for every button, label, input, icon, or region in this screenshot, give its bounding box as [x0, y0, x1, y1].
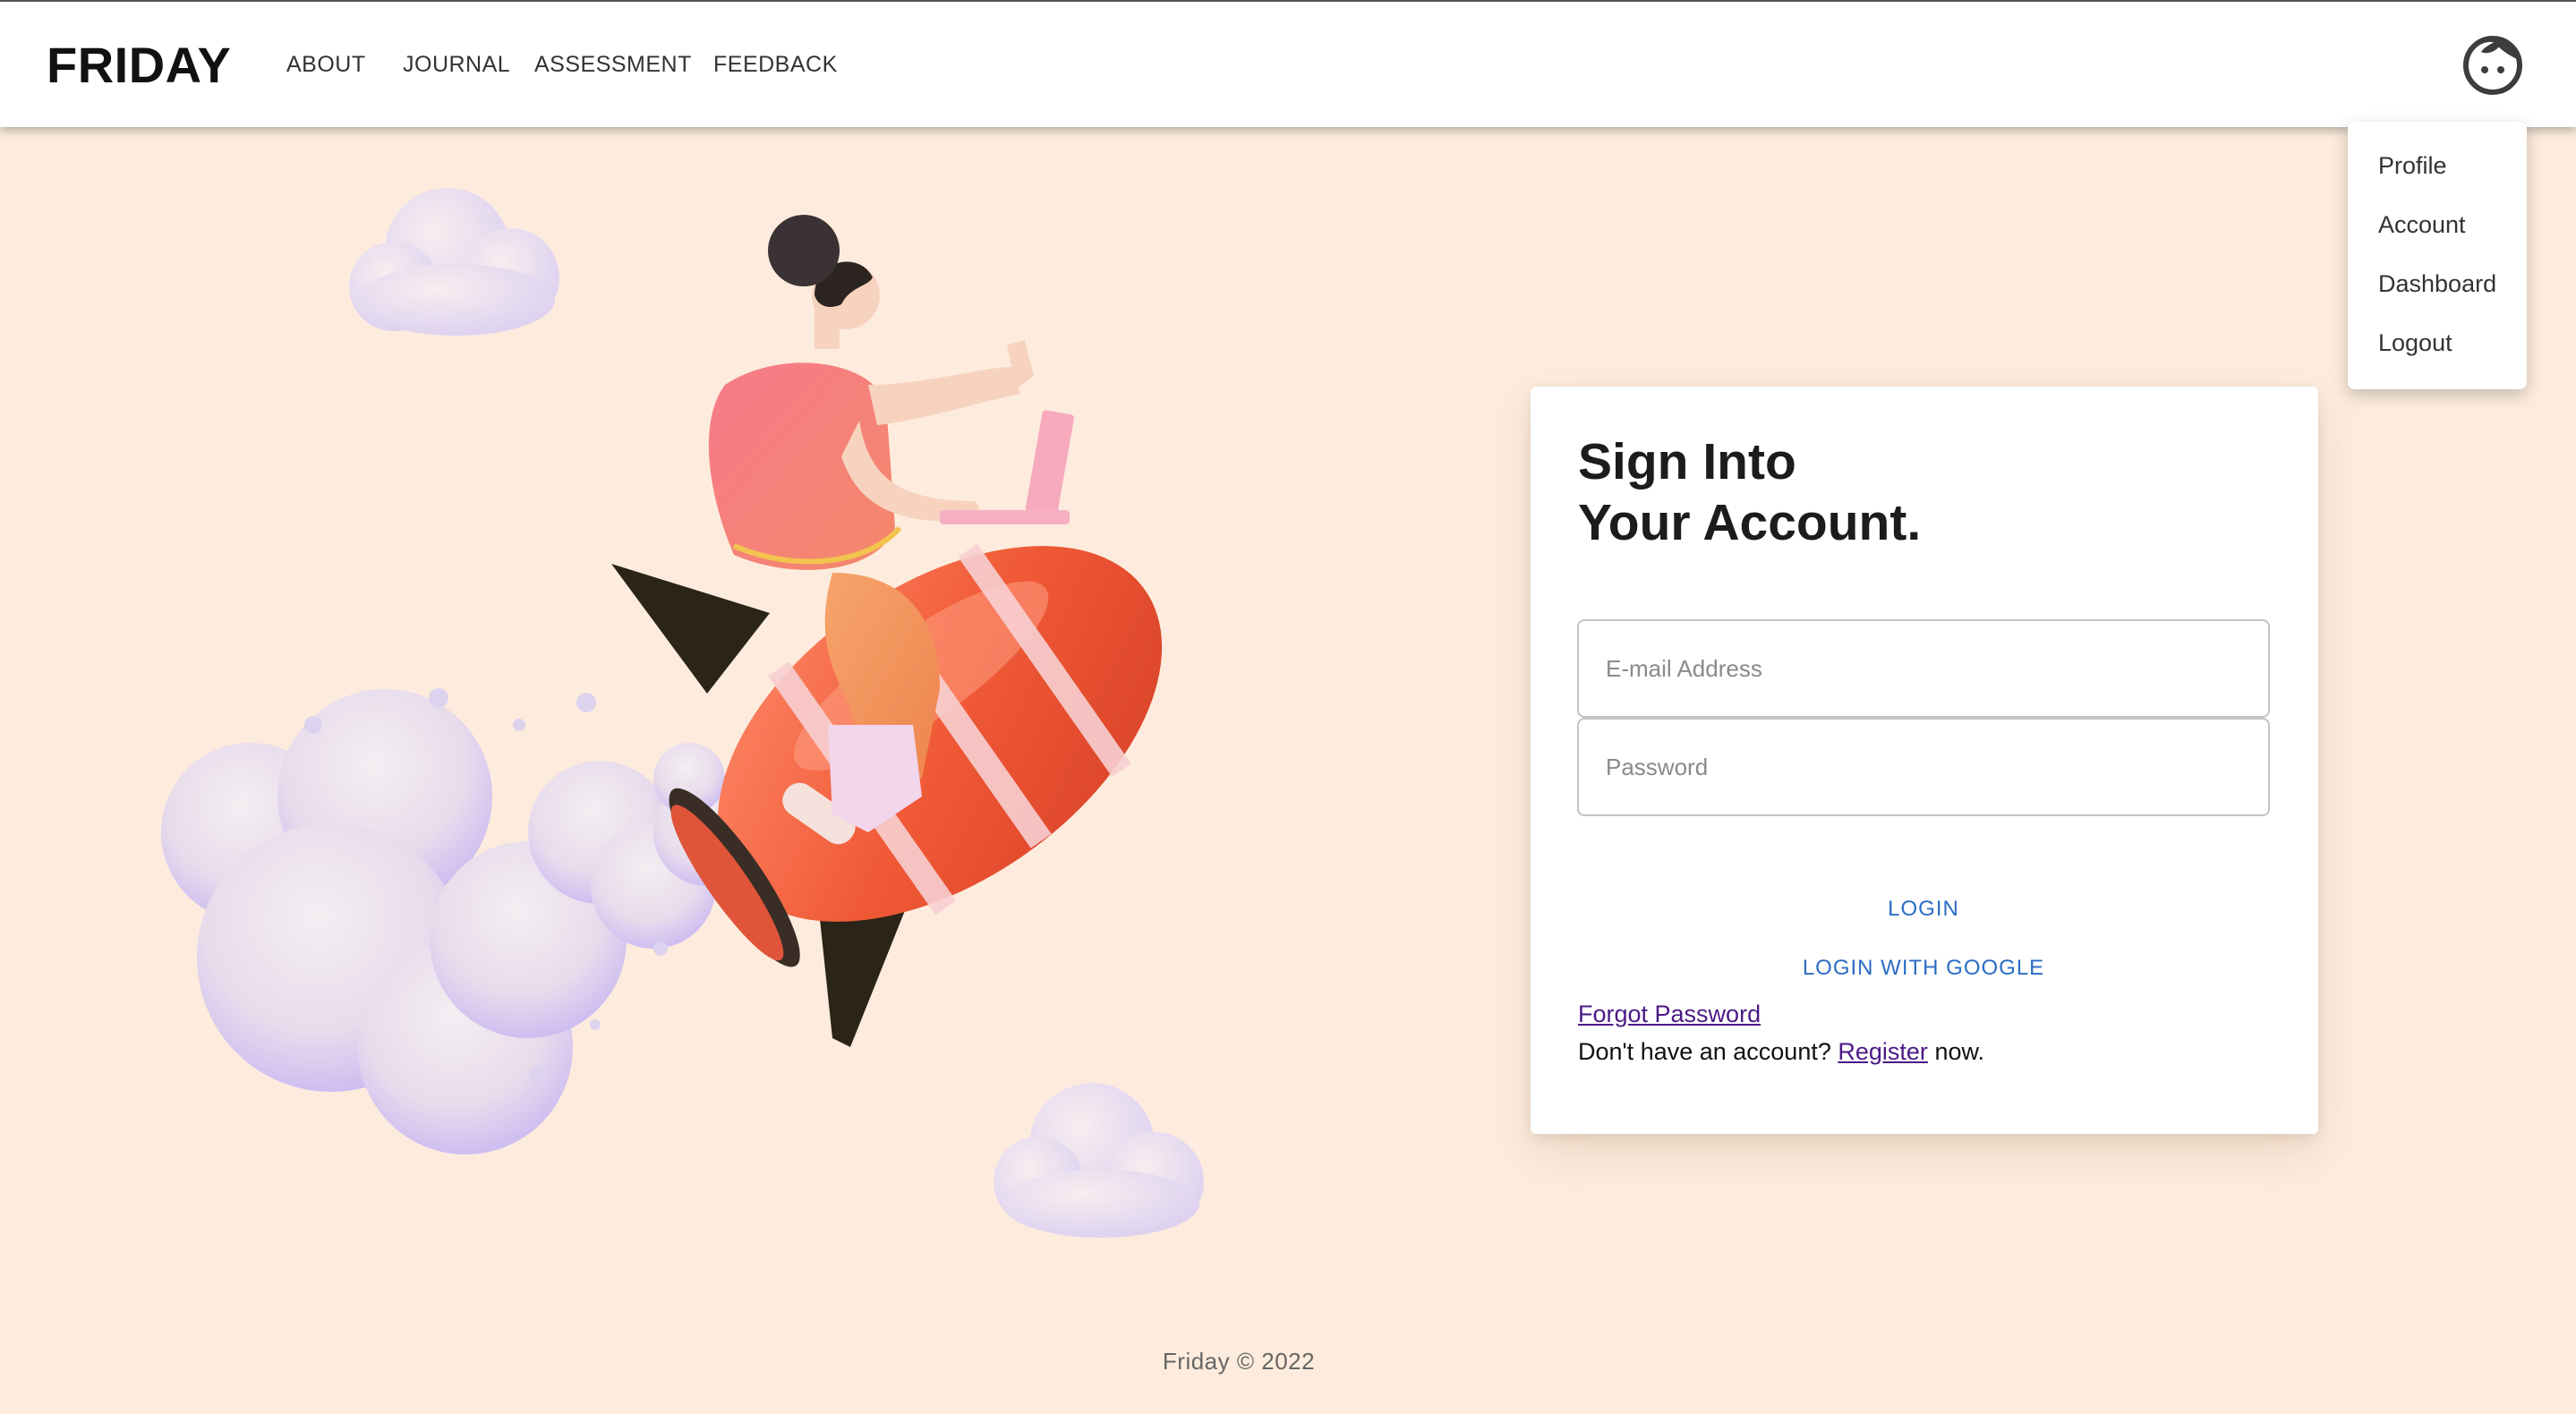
nav-feedback[interactable]: FEEDBACK [713, 52, 838, 78]
user-menu-dropdown: Profile Account Dashboard Logout [2348, 122, 2527, 389]
login-title-line1: Sign Into [1578, 433, 1796, 490]
login-title: Sign Into Your Account. [1578, 431, 2205, 553]
face-avatar-icon[interactable] [2463, 36, 2522, 95]
nav-assessment[interactable]: ASSESSMENT [534, 52, 692, 78]
cloud-bottom [994, 1083, 1204, 1238]
nav-about[interactable]: ABOUT [286, 52, 366, 78]
login-button[interactable]: LOGIN [1577, 897, 2270, 922]
top-navigation-bar: FRIDAY ABOUT JOURNAL ASSESSMENT FEEDBACK [0, 0, 2576, 127]
cloud-top [349, 188, 559, 336]
brand-logo[interactable]: FRIDAY [47, 36, 231, 94]
cloud-exhaust [161, 688, 761, 1154]
login-card: Sign Into Your Account. LOGIN LOGIN WITH… [1531, 387, 2318, 1134]
menu-item-dashboard[interactable]: Dashboard [2378, 270, 2496, 298]
register-link[interactable]: Register [1838, 1038, 1928, 1065]
login-with-google-button[interactable]: LOGIN WITH GOOGLE [1577, 956, 2270, 981]
register-suffix-text: now. [1934, 1038, 1984, 1065]
nav-journal[interactable]: JOURNAL [403, 52, 510, 78]
footer-copyright: Friday © 2022 [1162, 1348, 1316, 1375]
register-prefix-text: Don't have an account? [1578, 1038, 1831, 1065]
rocket-rider-illustration [161, 188, 1204, 1238]
register-prompt: Don't have an account? Register now. [1578, 1038, 1984, 1066]
menu-item-logout[interactable]: Logout [2378, 329, 2452, 357]
forgot-password-link[interactable]: Forgot Password [1578, 1001, 1761, 1028]
password-field[interactable] [1577, 718, 2270, 816]
login-title-line2: Your Account. [1578, 494, 1922, 551]
email-field[interactable] [1577, 619, 2270, 718]
menu-item-account[interactable]: Account [2378, 211, 2466, 239]
menu-item-profile[interactable]: Profile [2378, 152, 2447, 180]
